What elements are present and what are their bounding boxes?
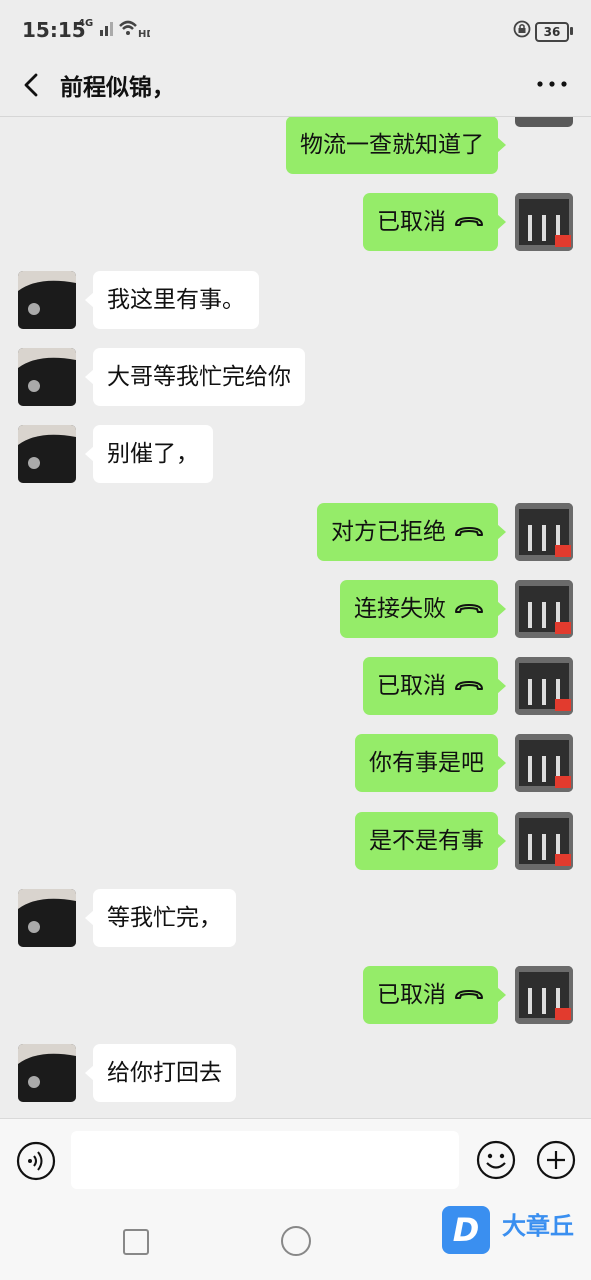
voice-icon (16, 1141, 56, 1181)
message-text: 你有事是吧 (369, 750, 484, 776)
call-record-bubble[interactable]: 已取消 (363, 966, 506, 1024)
recents-button[interactable] (123, 1229, 149, 1255)
more-icon (537, 81, 567, 87)
message-text: 是不是有事 (369, 828, 484, 854)
my-avatar[interactable] (515, 193, 573, 251)
status-bar: 15:15 4G HD 36 (0, 0, 591, 56)
message-text: 大哥等我忙完给你 (107, 364, 291, 390)
message-bubble[interactable]: 别催了， (85, 425, 213, 483)
watermark-brand: 大章丘 (502, 1212, 574, 1240)
contact-avatar[interactable] (18, 425, 76, 483)
voice-button[interactable] (16, 1141, 56, 1185)
message-bubble[interactable]: 物流一查就知道了 (286, 117, 506, 174)
message-bubble[interactable]: 给你打回去 (85, 1044, 236, 1102)
message-text: 物流一查就知道了 (300, 132, 484, 158)
signal-wifi-icon: HD (100, 20, 150, 40)
call-hangup-icon (455, 989, 483, 999)
input-bar (0, 1118, 591, 1203)
home-button[interactable] (281, 1226, 311, 1256)
my-avatar[interactable] (515, 966, 573, 1024)
call-hangup-icon (455, 680, 483, 690)
contact-avatar[interactable] (18, 1044, 76, 1102)
battery-level: 36 (535, 22, 569, 42)
message-text: 等我忙完， (107, 905, 222, 931)
message-text: 别催了， (107, 441, 199, 467)
message-text: 我这里有事。 (107, 287, 245, 313)
my-avatar[interactable] (515, 734, 573, 792)
message-text: 已取消 (377, 209, 446, 235)
message-input[interactable] (71, 1131, 459, 1189)
message-text: 连接失败 (354, 596, 446, 622)
message-bubble[interactable]: 我这里有事。 (85, 271, 259, 329)
contact-avatar[interactable] (18, 271, 76, 329)
emoji-icon (476, 1140, 516, 1180)
message-text: 对方已拒绝 (331, 519, 446, 545)
plus-button[interactable] (535, 1139, 577, 1185)
chat-title: 前程似锦， (60, 75, 175, 101)
my-avatar[interactable] (515, 117, 573, 127)
my-avatar[interactable] (515, 812, 573, 870)
status-time: 15:15 (22, 18, 86, 42)
my-avatar[interactable] (515, 657, 573, 715)
call-record-bubble[interactable]: 已取消 (363, 193, 506, 251)
contact-avatar[interactable] (18, 348, 76, 406)
message-bubble[interactable]: 你有事是吧 (355, 734, 506, 792)
back-button[interactable] (16, 68, 50, 102)
call-record-bubble[interactable]: 已取消 (363, 657, 506, 715)
call-record-bubble[interactable]: 对方已拒绝 (317, 503, 506, 561)
contact-avatar[interactable] (18, 889, 76, 947)
network-type: 4G (78, 18, 94, 29)
call-record-bubble[interactable]: 连接失败 (340, 580, 506, 638)
message-bubble[interactable]: 大哥等我忙完给你 (85, 348, 305, 406)
message-list[interactable]: 物流一查就知道了 已取消 我这里有事。 大哥等我忙完给你 别催了， 对方已拒绝 连接失败 已取… (0, 117, 591, 1118)
chat-header: 前程似锦， (0, 56, 591, 117)
battery-tip (570, 27, 573, 35)
message-bubble[interactable]: 是不是有事 (355, 812, 506, 870)
system-nav-bar: D 大章丘 (0, 1202, 591, 1280)
my-avatar[interactable] (515, 580, 573, 638)
rotation-lock-icon (513, 20, 531, 38)
more-button[interactable] (535, 74, 569, 94)
message-text: 给你打回去 (107, 1060, 222, 1086)
plus-icon (536, 1140, 576, 1180)
back-arrow-icon (24, 73, 38, 97)
emoji-button[interactable] (475, 1139, 517, 1185)
message-bubble[interactable]: 等我忙完， (85, 889, 236, 947)
my-avatar[interactable] (515, 503, 573, 561)
call-hangup-icon (455, 526, 483, 536)
watermark-logo: D (442, 1206, 490, 1254)
svg-text:HD: HD (138, 29, 150, 40)
message-text: 已取消 (377, 982, 446, 1008)
call-hangup-icon (455, 603, 483, 613)
message-text: 已取消 (377, 673, 446, 699)
call-hangup-icon (455, 216, 483, 226)
